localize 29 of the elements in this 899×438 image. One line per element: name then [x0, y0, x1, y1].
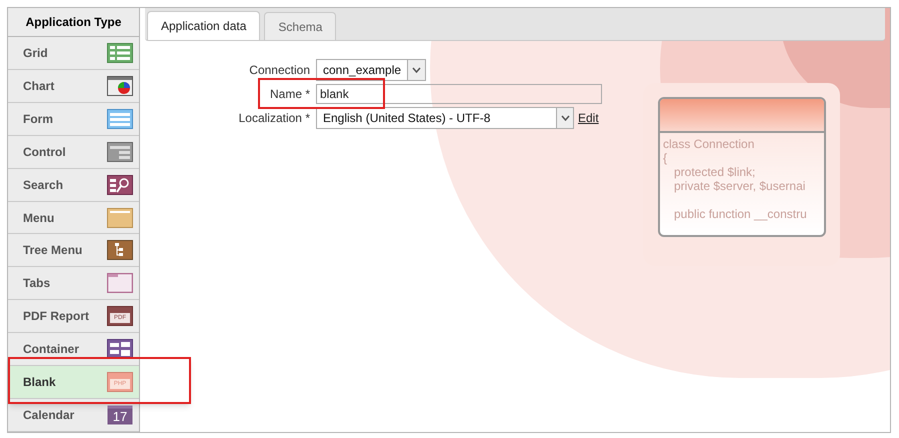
tab[interactable]: Application data — [147, 11, 260, 40]
code-line: class Connection — [663, 137, 756, 151]
sidebar-item[interactable]: Search — [8, 168, 139, 202]
app-type-icon — [107, 42, 133, 63]
code-line: protected $link; — [673, 165, 756, 179]
app-type-icon — [107, 108, 133, 129]
caret-icon — [560, 115, 570, 121]
field-label: Localization * — [238, 110, 310, 127]
app-type-icon — [107, 142, 133, 162]
app-type-icon — [107, 240, 133, 260]
app-type-icon — [107, 208, 133, 228]
field-label: Name * — [268, 86, 310, 103]
code-line: public function __constru — [673, 207, 808, 221]
name-field[interactable]: blank — [316, 84, 602, 104]
app-type-icon — [107, 76, 133, 96]
app-type-icon: 17 — [107, 405, 133, 426]
app-type-icon — [107, 174, 133, 195]
connection-select[interactable]: conn_example — [316, 59, 426, 81]
edit-link[interactable]: Edit — [578, 109, 599, 127]
localization-select[interactable]: English (United States) - UTF-8 — [316, 107, 574, 129]
app-type-icon — [107, 339, 133, 360]
app-type-icon — [107, 273, 133, 294]
sidebar-item[interactable]: Control — [8, 136, 139, 169]
field-label: Connection — [248, 62, 310, 79]
code-line: private $server, $usernai — [673, 179, 806, 193]
sidebar-item[interactable]: Menu — [8, 202, 139, 234]
tab[interactable]: Schema — [264, 12, 336, 40]
caret-icon — [412, 67, 422, 73]
code-line: { — [663, 151, 668, 165]
